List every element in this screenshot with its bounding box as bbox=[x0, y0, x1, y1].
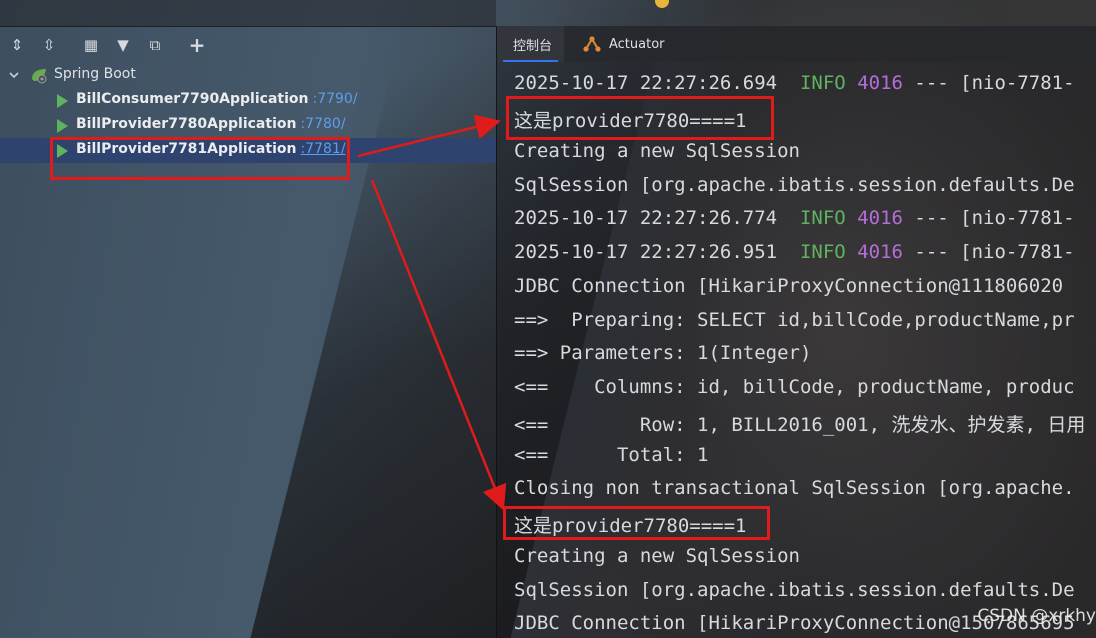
new-window-icon[interactable]: ⧉ bbox=[142, 32, 168, 58]
tab-console-label: 控制台 bbox=[513, 38, 553, 54]
spring-boot-icon bbox=[32, 69, 47, 84]
annotation-box-log-1 bbox=[506, 96, 774, 140]
log-line: Creating a new SqlSession bbox=[514, 140, 800, 162]
log-pid: 4016 bbox=[857, 241, 903, 263]
panel-header-strip bbox=[0, 0, 496, 27]
port-link[interactable]: :7790/ bbox=[312, 91, 357, 107]
log-timestamp: 2025-10-17 22:27:26.951 bbox=[514, 241, 800, 263]
log-line: ==> Parameters: 1(Integer) bbox=[514, 342, 812, 364]
port-link[interactable]: :7780/ bbox=[300, 116, 345, 132]
app-name: BillProvider7780Application bbox=[76, 116, 297, 132]
tab-actuator-label: Actuator bbox=[609, 36, 665, 52]
log-timestamp: 2025-10-17 22:27:26.774 bbox=[514, 207, 800, 229]
run-icon bbox=[57, 94, 68, 108]
log-line: Creating a new SqlSession bbox=[514, 545, 800, 567]
annotation-box-log-2 bbox=[503, 506, 770, 540]
log-line: SqlSession [org.apache.ibatis.session.de… bbox=[514, 579, 1075, 601]
log-line: JDBC Connection [HikariProxyConnection@1… bbox=[514, 275, 1064, 297]
filter-icon[interactable]: ▼ bbox=[110, 32, 136, 58]
collapse-all-icon[interactable]: ⇳ bbox=[36, 32, 62, 58]
app-label: BillProvider7780Application:7780/ bbox=[76, 116, 346, 132]
run-icon bbox=[57, 119, 68, 133]
log-line: <== Total: 1 bbox=[514, 444, 709, 466]
app-label: BillConsumer7790Application:7790/ bbox=[76, 91, 358, 107]
console-tabs: 控制台 Actuator bbox=[497, 26, 1096, 62]
log-line: <== Columns: id, billCode, productName, … bbox=[514, 376, 1075, 398]
expand-all-icon[interactable]: ⇕ bbox=[4, 32, 30, 58]
log-rest: --- [nio-7781- bbox=[902, 207, 1075, 229]
watermark: CSDN @xrkhy bbox=[977, 606, 1096, 626]
tree-item-bill-provider-7780[interactable]: BillProvider7780Application:7780/ bbox=[0, 113, 496, 138]
log-line: Closing non transactional SqlSession [or… bbox=[514, 477, 1075, 499]
console-output[interactable]: 2025-10-17 22:27:26.694 INFO 4016 --- [n… bbox=[497, 70, 1096, 638]
log-timestamp: 2025-10-17 22:27:26.694 bbox=[514, 72, 800, 94]
chevron-down-icon[interactable] bbox=[8, 69, 20, 81]
log-line: 2025-10-17 22:27:26.951 INFO 4016 --- [n… bbox=[514, 241, 1075, 271]
app-name: BillConsumer7790Application bbox=[76, 91, 309, 107]
actuator-icon bbox=[583, 36, 601, 52]
log-level: INFO bbox=[799, 241, 846, 263]
log-line: <== Row: 1, BILL2016_001, 洗发水、护发素, 日用 bbox=[514, 414, 1086, 436]
log-line: 2025-10-17 22:27:26.774 INFO 4016 --- [n… bbox=[514, 207, 1075, 237]
add-icon[interactable]: + bbox=[184, 32, 210, 58]
tree-root-label: Spring Boot bbox=[54, 66, 136, 82]
tab-console[interactable]: 控制台 bbox=[497, 26, 565, 62]
log-level: INFO bbox=[799, 207, 846, 229]
log-pid: 4016 bbox=[857, 72, 903, 94]
annotation-box-selected-app bbox=[50, 137, 350, 180]
log-rest: --- [nio-7781- bbox=[902, 72, 1075, 94]
services-panel: ⇕ ⇳ ▦ ▼ ⧉ + Spring Boot BillConsumer7790… bbox=[0, 0, 496, 638]
tab-actuator[interactable]: Actuator bbox=[583, 26, 665, 62]
log-pid: 4016 bbox=[857, 207, 903, 229]
tree-item-bill-consumer-7790[interactable]: BillConsumer7790Application:7790/ bbox=[0, 88, 496, 113]
log-rest: --- [nio-7781- bbox=[902, 241, 1075, 263]
log-line: ==> Preparing: SELECT id,billCode,produc… bbox=[514, 309, 1075, 331]
log-level: INFO bbox=[799, 72, 846, 94]
tree-root-spring-boot[interactable]: Spring Boot bbox=[0, 63, 496, 88]
group-by-icon[interactable]: ▦ bbox=[78, 32, 104, 58]
log-line: SqlSession [org.apache.ibatis.session.de… bbox=[514, 174, 1075, 196]
